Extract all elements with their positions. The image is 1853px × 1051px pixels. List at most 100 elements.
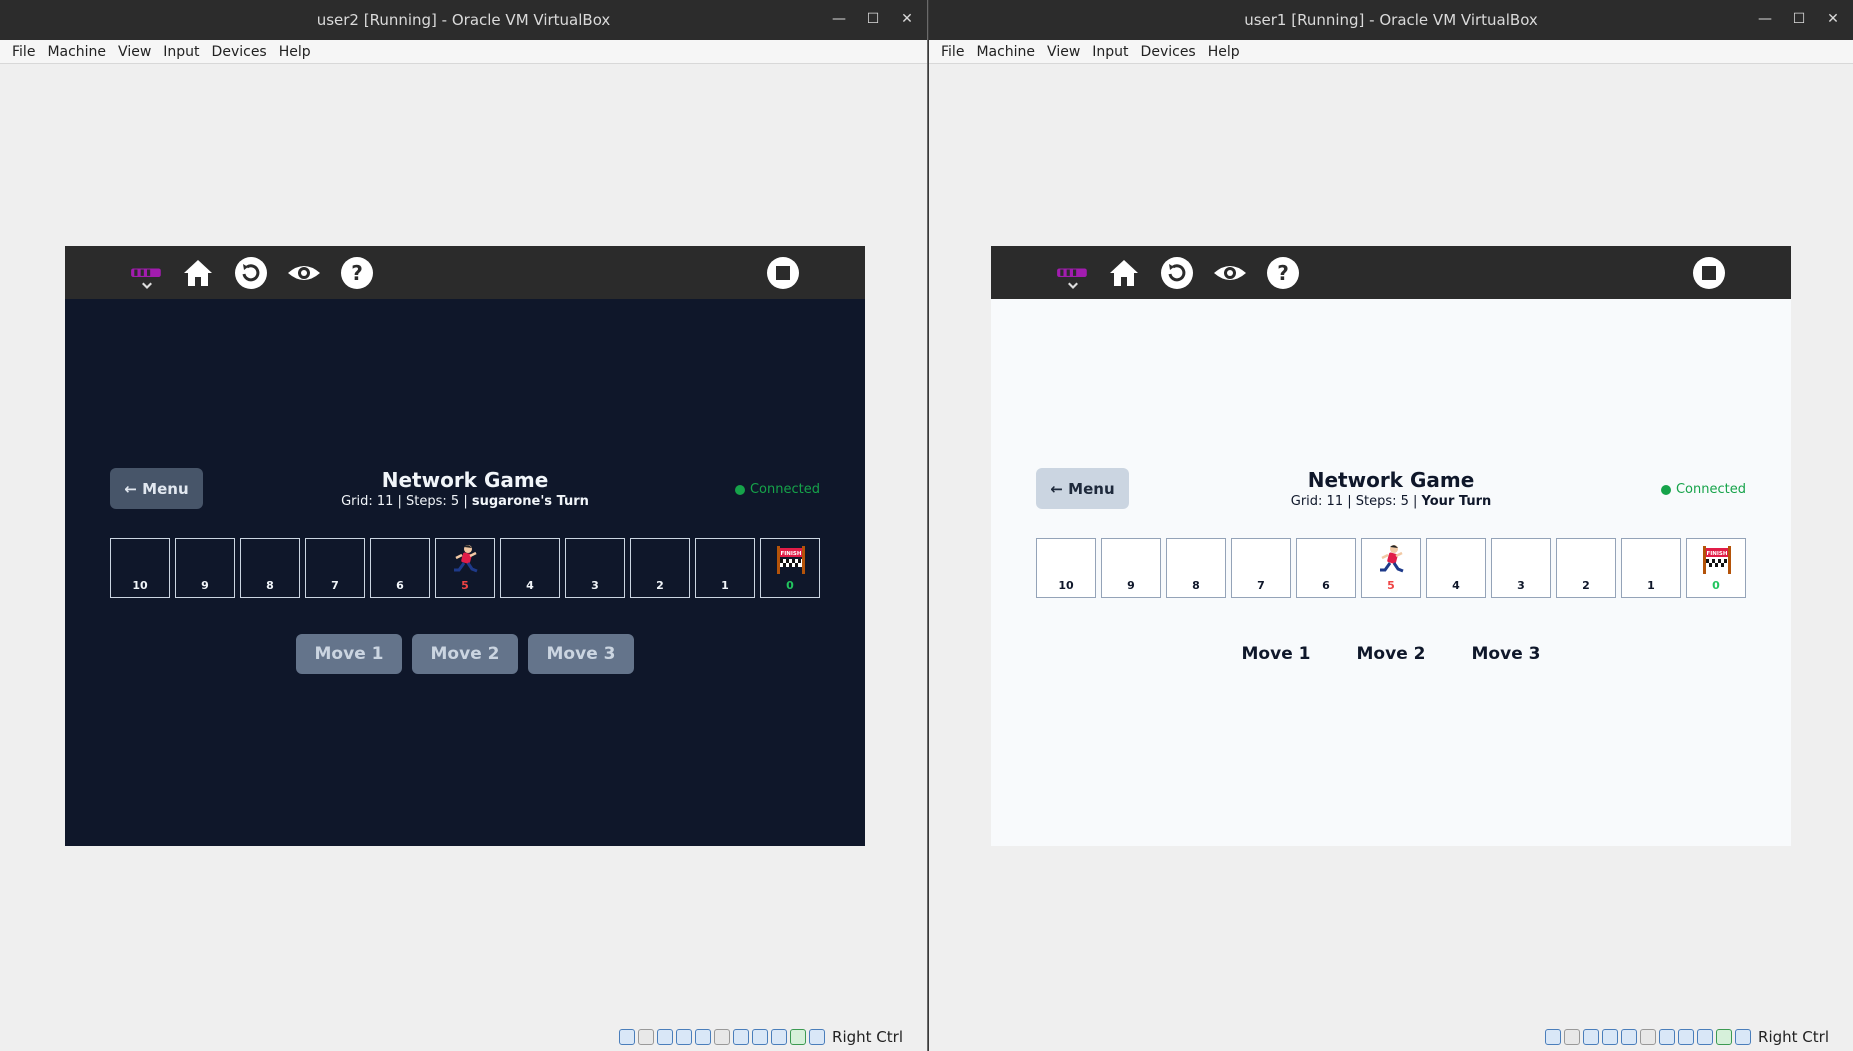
menubar: File Machine View Input Devices Help	[929, 40, 1853, 64]
track-cell: 1	[1621, 538, 1681, 598]
track-cell-finish: FINISH 0	[760, 538, 820, 598]
menu-file[interactable]: File	[12, 44, 35, 60]
svg-text:?: ?	[351, 261, 363, 285]
help-icon[interactable]: ?	[1265, 255, 1301, 291]
guest-display[interactable]: ? ← Menu Network Game Grid: 11 | Steps: …	[0, 64, 927, 1023]
minimize-icon[interactable]: —	[1755, 8, 1775, 30]
move-3-button[interactable]: Move 3	[1454, 634, 1559, 674]
game-app: ? ← Menu Network Game Grid: 11 | Steps: …	[65, 246, 865, 846]
window-title: user1 [Running] - Oracle VM VirtualBox	[1244, 11, 1538, 29]
track-cell: 8	[1166, 538, 1226, 598]
vm-statusbar: Right Ctrl	[929, 1023, 1853, 1051]
activity-toolbar: ?	[65, 246, 865, 299]
track-cell: 6	[370, 538, 430, 598]
move-3-button[interactable]: Move 3	[528, 634, 634, 674]
help-icon[interactable]: ?	[339, 255, 375, 291]
turn-indicator: Your Turn	[1421, 494, 1492, 509]
menu-machine[interactable]: Machine	[47, 44, 106, 60]
menu-devices[interactable]: Devices	[212, 44, 267, 60]
track-cell: 3	[565, 538, 625, 598]
mouse-integration-icon[interactable]	[809, 1029, 826, 1045]
track-cell: 4	[1426, 538, 1486, 598]
usb-icon[interactable]	[1621, 1029, 1638, 1045]
eye-icon[interactable]	[286, 255, 322, 291]
recording-icon[interactable]	[752, 1029, 769, 1045]
move-buttons: Move 1 Move 2 Move 3	[65, 634, 865, 674]
menu-input[interactable]: Input	[163, 44, 199, 60]
home-icon[interactable]	[1106, 255, 1142, 291]
track-cell-finish: FINISH 0	[1686, 538, 1746, 598]
track-cell: 9	[1101, 538, 1161, 598]
track-cell: 1	[695, 538, 755, 598]
audio-icon[interactable]	[1583, 1029, 1600, 1045]
mouse-integration-icon[interactable]	[1735, 1029, 1752, 1045]
track-cell: 10	[1036, 538, 1096, 598]
optical-drive-icon[interactable]	[1564, 1029, 1581, 1045]
stop-icon[interactable]	[1691, 255, 1727, 291]
recording-icon[interactable]	[1678, 1029, 1695, 1045]
hard-disk-icon[interactable]	[1545, 1029, 1562, 1045]
track-cell: 7	[305, 538, 365, 598]
window-title: user2 [Running] - Oracle VM VirtualBox	[316, 11, 611, 29]
move-1-button[interactable]: Move 1	[1224, 634, 1329, 674]
display-icon[interactable]	[733, 1029, 750, 1045]
stop-icon[interactable]	[765, 255, 801, 291]
track-cell-player: 5	[1361, 538, 1421, 598]
menu-file[interactable]: File	[941, 44, 964, 60]
menu-view[interactable]: View	[1047, 44, 1080, 60]
restart-icon[interactable]	[1159, 255, 1195, 291]
menu-view[interactable]: View	[118, 44, 151, 60]
move-2-button[interactable]: Move 2	[412, 634, 518, 674]
eye-icon[interactable]	[1212, 255, 1248, 291]
maximize-icon[interactable]: ☐	[1789, 8, 1809, 30]
menu-help[interactable]: Help	[1208, 44, 1240, 60]
menu-devices[interactable]: Devices	[1141, 44, 1196, 60]
menu-input[interactable]: Input	[1092, 44, 1128, 60]
maximize-icon[interactable]: ☐	[863, 8, 883, 30]
usb-icon[interactable]	[695, 1029, 712, 1045]
network-icon[interactable]	[1602, 1029, 1619, 1045]
status-dot-icon	[1660, 484, 1671, 495]
guest-additions-icon[interactable]	[790, 1029, 807, 1045]
virtualbox-window-user2[interactable]: user2 [Running] - Oracle VM VirtualBox —…	[0, 0, 928, 1051]
turn-indicator: sugarone's Turn	[471, 494, 589, 509]
track-cell-player: 5	[435, 538, 495, 598]
audio-icon[interactable]	[657, 1029, 674, 1045]
menu-machine[interactable]: Machine	[976, 44, 1035, 60]
virtualbox-window-user1[interactable]: user1 [Running] - Oracle VM VirtualBox —…	[929, 0, 1853, 1051]
display-icon[interactable]	[1659, 1029, 1676, 1045]
activity-logo-icon[interactable]	[129, 260, 163, 290]
track-cell: 8	[240, 538, 300, 598]
close-icon[interactable]: ✕	[897, 8, 917, 30]
svg-text:?: ?	[1277, 261, 1289, 285]
optical-drive-icon[interactable]	[638, 1029, 655, 1045]
move-2-button[interactable]: Move 2	[1339, 634, 1444, 674]
shared-folders-icon[interactable]	[1640, 1029, 1657, 1045]
hard-disk-icon[interactable]	[619, 1029, 636, 1045]
guest-additions-icon[interactable]	[1716, 1029, 1733, 1045]
network-icon[interactable]	[676, 1029, 693, 1045]
minimize-icon[interactable]: —	[829, 8, 849, 30]
track-grid: 10 9 8 7 6 5 4 3 2 1 FINISH 0	[1036, 538, 1746, 598]
move-1-button[interactable]: Move 1	[296, 634, 402, 674]
menubar: File Machine View Input Devices Help	[0, 40, 927, 64]
host-key-label: Right Ctrl	[1758, 1028, 1829, 1046]
move-buttons: Move 1 Move 2 Move 3	[991, 634, 1791, 674]
track-grid: 10 9 8 7 6 5 4 3 2 1 FINISH 0	[110, 538, 820, 598]
track-cell: 3	[1491, 538, 1551, 598]
virtualization-icon[interactable]	[1697, 1029, 1714, 1045]
activity-toolbar: ?	[991, 246, 1791, 299]
menu-help[interactable]: Help	[279, 44, 311, 60]
track-cell: 4	[500, 538, 560, 598]
window-titlebar[interactable]: user1 [Running] - Oracle VM VirtualBox —…	[929, 0, 1853, 40]
virtualization-icon[interactable]	[771, 1029, 788, 1045]
window-titlebar[interactable]: user2 [Running] - Oracle VM VirtualBox —…	[0, 0, 927, 40]
svg-text:FINISH: FINISH	[1706, 551, 1727, 557]
close-icon[interactable]: ✕	[1823, 8, 1843, 30]
shared-folders-icon[interactable]	[714, 1029, 731, 1045]
restart-icon[interactable]	[233, 255, 269, 291]
finish-flag-icon: FINISH	[777, 546, 805, 574]
guest-display[interactable]: ? ← Menu Network Game Grid: 11 | Steps: …	[929, 64, 1853, 1023]
home-icon[interactable]	[180, 255, 216, 291]
activity-logo-icon[interactable]	[1055, 260, 1089, 290]
